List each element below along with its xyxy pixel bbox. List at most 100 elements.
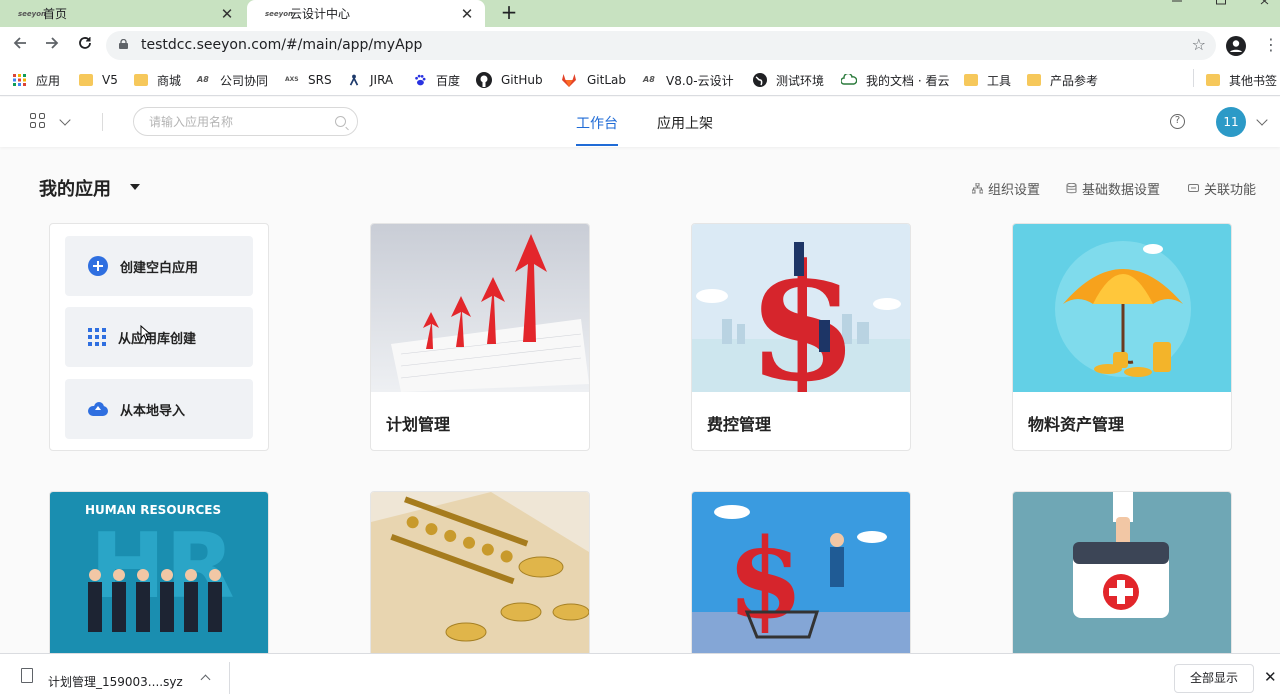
close-icon[interactable]: ✕	[1264, 668, 1278, 686]
dollar-cart-runner-image: $	[692, 492, 910, 660]
back-arrow-icon[interactable]	[8, 34, 32, 58]
bookmark-company-collab[interactable]: A8 公司协同	[197, 71, 268, 89]
plus-circle-icon	[88, 256, 108, 276]
app-grid-icon[interactable]	[30, 113, 46, 129]
dollar-sign-climbers-image: $	[692, 224, 910, 392]
app-card-dollar-cart[interactable]: $	[691, 491, 911, 661]
create-blank-app-button[interactable]: 创建空白应用	[65, 236, 253, 296]
baidu-icon	[415, 74, 426, 86]
gitlab-icon	[562, 74, 576, 87]
apps-grid-icon	[13, 74, 26, 86]
bookmark-label: SRS	[308, 73, 332, 87]
org-settings-link[interactable]: 组织设置	[972, 179, 1040, 198]
app-card-human-resources[interactable]: HR HUMAN RESOURCES	[49, 491, 269, 661]
bookmark-label: 商城	[157, 73, 182, 88]
reload-icon[interactable]	[73, 34, 97, 58]
bookmark-label: 产品参考	[1050, 73, 1099, 88]
file-icon	[21, 668, 33, 683]
axure-icon: AXS	[285, 76, 299, 83]
close-icon[interactable]: ✕	[459, 5, 475, 23]
address-bar[interactable]: testdcc.seeyon.com/#/main/app/myApp ☆	[106, 31, 1216, 60]
download-file-name[interactable]: 计划管理_159003....syz	[48, 673, 183, 690]
bookmarks-bar: 应用 V5 商城 A8 公司协同 AXS SRS JIRA 百度 GitHub …	[0, 64, 1280, 96]
search-icon[interactable]	[335, 116, 346, 127]
github-icon	[476, 72, 492, 88]
close-icon[interactable]: ✕	[219, 5, 235, 23]
tab-app-listing[interactable]: 应用上架	[657, 113, 713, 133]
seeyon-logo-icon: seeyon	[18, 9, 47, 18]
app-card-medical-kit[interactable]	[1012, 491, 1232, 661]
base-data-settings-link[interactable]: 基础数据设置	[1066, 179, 1160, 198]
bookmark-tools[interactable]: 工具	[964, 71, 1011, 89]
hr-banner-text: HUMAN RESOURCES	[85, 503, 222, 517]
search-input[interactable]	[149, 113, 329, 131]
browser-menu-icon[interactable]: ⋮	[1263, 34, 1279, 58]
svg-text:$: $	[727, 514, 804, 643]
a8-icon: A8	[643, 75, 655, 84]
tab-workbench[interactable]: 工作台	[576, 113, 618, 133]
bookmark-label: 测试环境	[776, 73, 825, 88]
maximize-icon[interactable]	[1214, 0, 1228, 11]
bookmark-gitlab[interactable]: GitLab	[560, 71, 626, 89]
umbrella-coins-image	[1013, 224, 1231, 392]
related-functions-link[interactable]: 关联功能	[1188, 179, 1256, 198]
app-card-abacus[interactable]	[370, 491, 590, 661]
bookmark-label: 应用	[36, 73, 61, 88]
globe-icon	[753, 73, 767, 87]
import-local-button[interactable]: 从本地导入	[65, 379, 253, 439]
create-app-card: 创建空白应用 从应用库创建 从本地导入	[49, 223, 269, 451]
bookmark-label: V8.0-云设计	[666, 73, 734, 88]
profile-icon[interactable]	[1226, 36, 1246, 56]
chevron-down-icon[interactable]	[1256, 114, 1268, 126]
app-card-expense-control[interactable]: $ 费控管理	[691, 223, 911, 451]
chevron-up-icon[interactable]	[200, 674, 211, 685]
help-icon[interactable]: ?	[1170, 114, 1185, 129]
forward-arrow-icon[interactable]	[40, 34, 64, 58]
growth-arrows-chart-image	[371, 224, 589, 392]
cloud-upload-icon	[88, 402, 108, 416]
bookmark-label: GitHub	[501, 73, 543, 87]
download-bar: 计划管理_159003....syz 全部显示 ✕	[0, 653, 1280, 694]
avatar[interactable]: 11	[1216, 107, 1246, 137]
bookmark-kancloud[interactable]: 我的文档 · 看云	[841, 71, 949, 89]
app-name: 费控管理	[707, 415, 772, 434]
bookmark-product-ref[interactable]: 产品参考	[1027, 71, 1098, 89]
window-close-icon[interactable]	[1258, 0, 1272, 11]
create-from-library-button[interactable]: 从应用库创建	[65, 307, 253, 367]
bookmark-star-icon[interactable]: ☆	[1192, 35, 1206, 54]
bookmark-github[interactable]: GitHub	[476, 71, 543, 89]
button-label: 从本地导入	[120, 403, 186, 419]
bookmark-mall[interactable]: 商城	[134, 71, 181, 89]
caret-down-icon[interactable]	[130, 184, 140, 190]
browser-tab-home[interactable]: seeyon 首页 ✕	[0, 0, 245, 27]
show-all-downloads-button[interactable]: 全部显示	[1174, 664, 1254, 693]
link-icon	[1188, 184, 1199, 192]
header-divider	[102, 113, 103, 131]
a8-icon: A8	[197, 75, 209, 84]
folder-icon	[964, 74, 978, 86]
app-name: 计划管理	[386, 415, 451, 434]
bookmark-jira[interactable]: JIRA	[347, 71, 393, 89]
app-card-plan-management[interactable]: 计划管理	[370, 223, 590, 451]
tab-title: 首页	[43, 7, 68, 21]
grid-dots-icon	[88, 328, 106, 346]
bookmark-baidu[interactable]: 百度	[413, 71, 460, 89]
bookmark-other[interactable]: 其他书签	[1206, 71, 1277, 89]
new-tab-button[interactable]: +	[498, 1, 520, 25]
app-header: 工作台 应用上架 ? 11	[0, 97, 1280, 147]
mouse-cursor-icon	[140, 325, 150, 341]
page-title[interactable]: 我的应用	[39, 175, 111, 201]
bookmark-v5[interactable]: V5	[79, 71, 118, 89]
bookmark-label: 公司协同	[220, 73, 269, 88]
browser-tab-cloud-design[interactable]: seeyon 云设计中心 ✕	[247, 0, 485, 27]
chevron-down-icon[interactable]	[59, 114, 71, 126]
tool-label: 关联功能	[1204, 183, 1257, 198]
bookmark-apps[interactable]: 应用	[13, 71, 60, 89]
bookmark-v8-cloud-design[interactable]: A8 V8.0-云设计	[643, 71, 734, 89]
folder-icon	[79, 74, 93, 86]
active-tab-indicator	[576, 144, 618, 146]
bookmark-srs[interactable]: AXS SRS	[285, 71, 332, 89]
bookmark-test-env[interactable]: 测试环境	[753, 71, 824, 89]
app-card-material-asset[interactable]: 物料资产管理	[1012, 223, 1232, 451]
minimize-icon[interactable]	[1170, 0, 1184, 11]
